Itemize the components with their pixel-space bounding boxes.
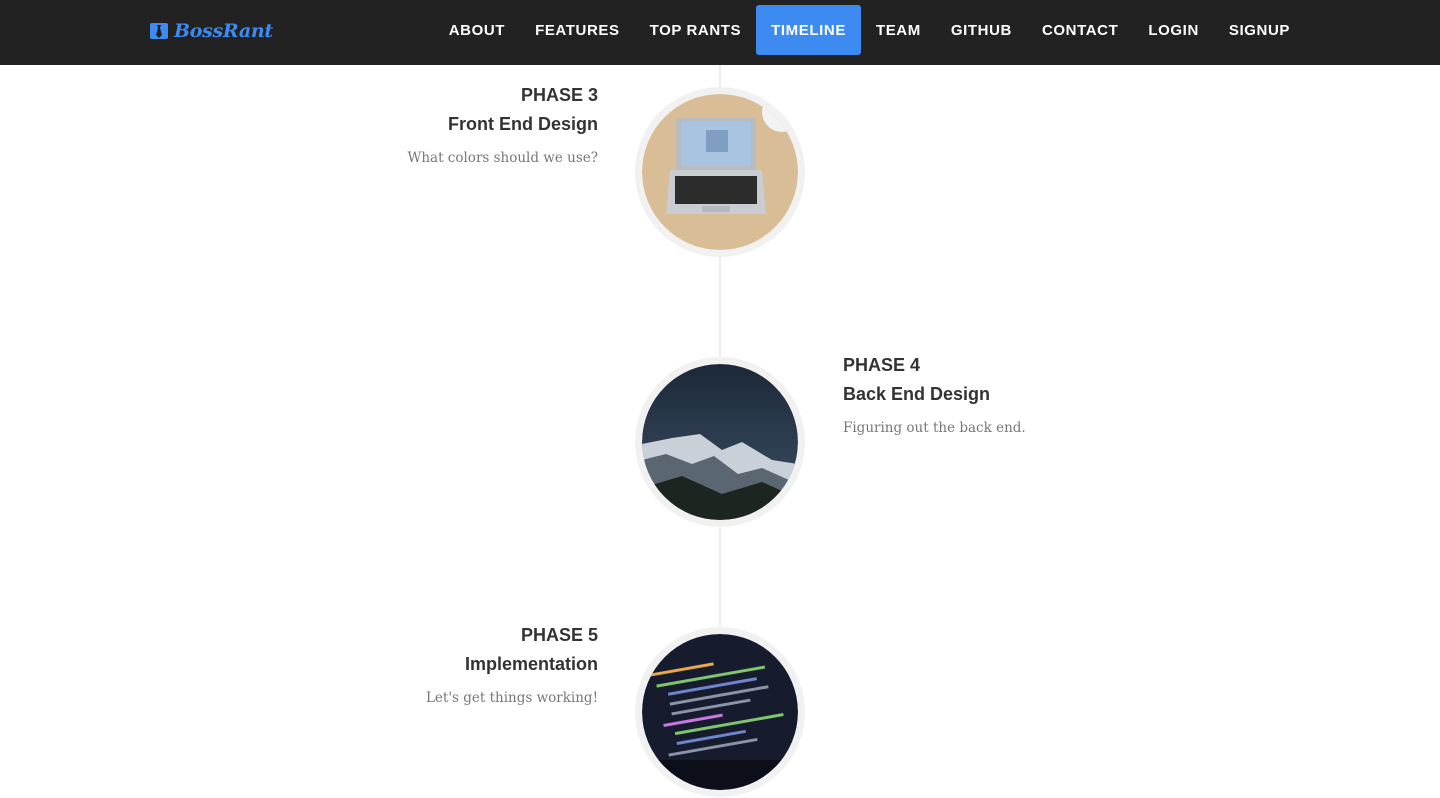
brand-logo[interactable]: BossRant bbox=[150, 18, 273, 44]
timeline-item-text: PHASE 4 Back End Design Figuring out the… bbox=[843, 351, 1143, 437]
timeline-image bbox=[635, 357, 805, 527]
nav-contact[interactable]: CONTACT bbox=[1027, 5, 1133, 55]
timeline-title: Implementation bbox=[464, 654, 598, 674]
top-navbar: BossRant ABOUT FEATURES TOP RANTS TIMELI… bbox=[0, 0, 1440, 65]
laptop-on-desk-photo bbox=[642, 94, 798, 250]
nav-login[interactable]: LOGIN bbox=[1133, 5, 1214, 55]
nav-team[interactable]: TEAM bbox=[861, 5, 936, 55]
nav-about[interactable]: ABOUT bbox=[434, 5, 520, 55]
tie-icon bbox=[150, 23, 168, 39]
timeline-item-text: PHASE 5 Implementation Let's get things … bbox=[298, 621, 598, 707]
timeline-phase: PHASE 3 bbox=[520, 85, 598, 105]
timeline-item-text: PHASE 3 Front End Design What colors sho… bbox=[298, 81, 598, 167]
timeline-description: Let's get things working! bbox=[425, 690, 598, 706]
timeline-title: Back End Design bbox=[843, 384, 991, 404]
nav-top-rants[interactable]: TOP RANTS bbox=[635, 5, 757, 55]
nav-timeline[interactable]: TIMELINE bbox=[756, 5, 861, 55]
nav-features[interactable]: FEATURES bbox=[520, 5, 635, 55]
nav-signup[interactable]: SIGNUP bbox=[1214, 5, 1305, 55]
timeline-description: What colors should we use? bbox=[407, 150, 598, 166]
nav-github[interactable]: GITHUB bbox=[936, 5, 1027, 55]
timeline-image bbox=[635, 627, 805, 797]
timeline-image bbox=[635, 87, 805, 257]
brand-name: BossRant bbox=[174, 20, 273, 42]
timeline-title: Front End Design bbox=[448, 114, 598, 134]
main-nav: ABOUT FEATURES TOP RANTS TIMELINE TEAM G… bbox=[434, 5, 1305, 55]
code-on-screen-photo bbox=[642, 634, 798, 790]
timeline-description: Figuring out the back end. bbox=[843, 420, 1026, 436]
timeline-phase: PHASE 5 bbox=[520, 625, 598, 645]
timeline-phase: PHASE 4 bbox=[843, 355, 921, 375]
snowy-mountain-night-photo bbox=[642, 364, 798, 520]
